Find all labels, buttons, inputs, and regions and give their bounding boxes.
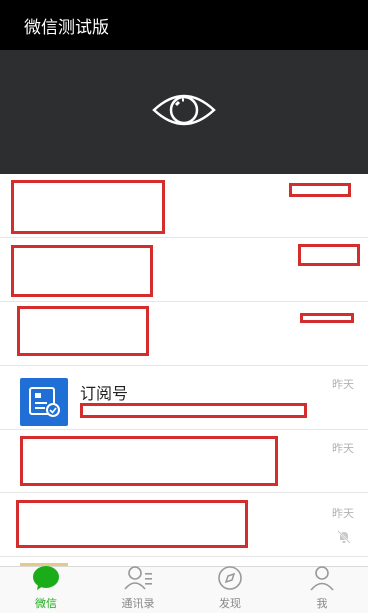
chat-time: 昨天 [332, 442, 354, 455]
eye-icon[interactable] [151, 88, 217, 136]
contacts-icon [123, 565, 153, 595]
chat-list-item[interactable] [0, 302, 368, 366]
mute-bell-icon [336, 529, 352, 549]
tab-chats[interactable]: 微信 [0, 565, 92, 613]
redacted-time [289, 183, 351, 197]
redacted-avatar-name [20, 436, 278, 486]
redacted-avatar-name [16, 500, 248, 548]
chat-list-item[interactable]: 昨天 [0, 430, 368, 493]
redacted-avatar-name [17, 306, 149, 356]
chat-list: 订阅号 昨天 昨天 昨天 [0, 174, 368, 566]
person-icon [309, 565, 335, 595]
tab-discover[interactable]: 发现 [184, 565, 276, 613]
chat-time: 昨天 [332, 378, 354, 391]
tab-label: 发现 [219, 597, 241, 610]
chat-bubble-icon [32, 565, 60, 595]
tab-me[interactable]: 我 [276, 565, 368, 613]
tab-label: 通讯录 [121, 597, 155, 610]
compass-icon [217, 565, 243, 595]
chat-list-item[interactable] [0, 238, 368, 302]
tab-label: 微信 [35, 597, 57, 610]
subscription-icon [20, 378, 68, 426]
tab-label: 我 [316, 597, 328, 610]
chat-name: 订阅号 [80, 384, 129, 403]
tab-contacts[interactable]: 通讯录 [92, 565, 184, 613]
chat-list-item[interactable]: 昨天 [0, 493, 368, 557]
redacted-avatar-name [11, 245, 153, 297]
redacted-time [300, 313, 354, 323]
redacted-time [298, 244, 360, 266]
app-title: 微信测试版 [24, 17, 109, 38]
chat-list-item[interactable] [0, 174, 368, 238]
redacted-avatar-name [11, 180, 165, 234]
bottom-tab-bar: 微信 通讯录 发现 我 [0, 566, 368, 613]
title-bar: 微信测试版 [0, 0, 368, 50]
chat-list-item-subscriptions[interactable]: 订阅号 昨天 [0, 366, 368, 430]
hero-banner[interactable] [0, 50, 368, 174]
redacted-preview [80, 403, 307, 418]
chat-time: 昨天 [332, 507, 354, 520]
